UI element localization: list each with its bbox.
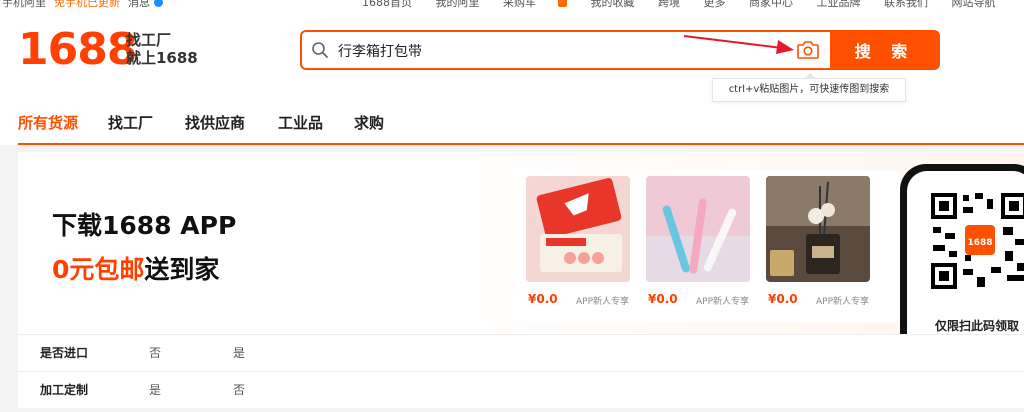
product-tag: APP新人专享 xyxy=(696,297,750,307)
tab-find-supplier[interactable]: 找供应商 xyxy=(185,108,245,138)
tab-industrial[interactable]: 工业品 xyxy=(278,108,323,138)
topbar-link[interactable]: 更多 xyxy=(704,0,726,8)
cart-badge-icon xyxy=(558,0,567,7)
topbar-left: 手机阿里 免手机已更新 消息 xyxy=(2,0,163,8)
product-price: ¥0.0 xyxy=(528,292,558,306)
slogan-line-2: 就上1688 xyxy=(126,49,198,67)
slogan-line-1: 找工厂 xyxy=(126,31,172,49)
tab-find-factory[interactable]: 找工厂 xyxy=(108,108,153,138)
topbar-link[interactable]: 采购车 xyxy=(503,0,536,8)
product-price: ¥0.0 xyxy=(768,292,798,306)
tab-purchase-request[interactable]: 求购 xyxy=(354,108,384,138)
qr-caption: 仅限扫此码领取 xyxy=(935,319,1020,333)
promo-product[interactable]: ¥0.0 APP新人专享 xyxy=(766,176,870,307)
promo-product[interactable]: ¥0.0 APP新人专享 xyxy=(526,176,630,307)
topbar-link[interactable]: 商家中心 xyxy=(749,0,793,8)
promo-products: ¥0.0 APP新人专享 ¥0.0 APP新人专享 ¥0.0 APP新人专享 xyxy=(516,170,900,322)
top-utility-bar: 手机阿里 免手机已更新 消息 1688首页 我的阿里 采购车 我的收藏 跨境 更多 … xyxy=(0,0,1024,8)
topbar-link[interactable]: 跨境 xyxy=(658,0,680,8)
topbar-link[interactable]: 工业品牌 xyxy=(817,0,861,8)
banner-subtitle-highlight: 0元包邮 xyxy=(52,255,145,284)
product-image xyxy=(526,176,630,282)
tab-all-sources[interactable]: 所有货源 xyxy=(18,108,78,138)
topbar-link[interactable]: 联系我们 xyxy=(884,0,928,8)
filter-option-yes[interactable]: 是 xyxy=(233,344,245,361)
search-button[interactable]: 搜 索 xyxy=(830,30,940,70)
message-dot-icon xyxy=(154,0,163,7)
filter-option-yes[interactable]: 是 xyxy=(149,381,161,398)
filter-row-import: 是否进口 否 是 xyxy=(18,334,1024,371)
topbar-promo-link[interactable]: 免手机已更新 xyxy=(54,0,120,8)
topbar-right: 1688首页 我的阿里 采购车 我的收藏 跨境 更多 商家中心 工业品牌 联系我… xyxy=(362,0,1016,8)
topbar-link[interactable]: 网站导航 xyxy=(952,0,996,8)
product-tag: APP新人专享 xyxy=(576,297,630,307)
promo-product[interactable]: ¥0.0 APP新人专享 xyxy=(646,176,750,307)
search-bar: 搜 索 xyxy=(300,30,940,70)
filter-label: 加工定制 xyxy=(40,383,89,397)
product-tag: APP新人专享 xyxy=(816,297,870,307)
phone-screen: 1688 仅限扫此码领取 xyxy=(907,171,1024,357)
search-icon xyxy=(312,42,328,58)
svg-text:1688: 1688 xyxy=(967,238,992,248)
logo-slogan: 找工厂 就上1688 xyxy=(126,31,216,67)
banner-title: 下载1688 APP xyxy=(52,211,237,240)
banner-subtitle-rest: 送到家 xyxy=(144,255,220,284)
category-nav: 所有货源 找工厂 找供应商 工业品 求购 xyxy=(0,108,1024,144)
arrow-annotation-icon xyxy=(683,35,794,54)
product-image xyxy=(646,176,750,282)
filter-label: 是否进口 xyxy=(40,346,89,360)
topbar-link[interactable]: 1688首页 xyxy=(362,0,412,8)
product-price: ¥0.0 xyxy=(648,292,678,306)
image-search-tooltip: ctrl+v粘贴图片，可快速传图到搜索 xyxy=(712,73,906,102)
mobile-alibaba-link[interactable]: 手机阿里 xyxy=(2,0,46,8)
filter-row-custom: 加工定制 是 否 xyxy=(18,371,1024,408)
banner-subtitle: 0元包邮送到家 xyxy=(52,250,219,286)
topbar-link[interactable]: 我的阿里 xyxy=(436,0,480,8)
product-image xyxy=(766,176,870,282)
topbar-link[interactable]: 我的收藏 xyxy=(591,0,635,8)
qr-code-icon[interactable]: 1688 xyxy=(929,191,1024,291)
filter-option-no[interactable]: 否 xyxy=(233,381,245,398)
messages-link[interactable]: 消息 xyxy=(128,0,150,8)
logo-wordmark: 1688 xyxy=(18,24,137,75)
filter-option-no[interactable]: 否 xyxy=(149,344,161,361)
camera-icon[interactable] xyxy=(796,39,820,61)
